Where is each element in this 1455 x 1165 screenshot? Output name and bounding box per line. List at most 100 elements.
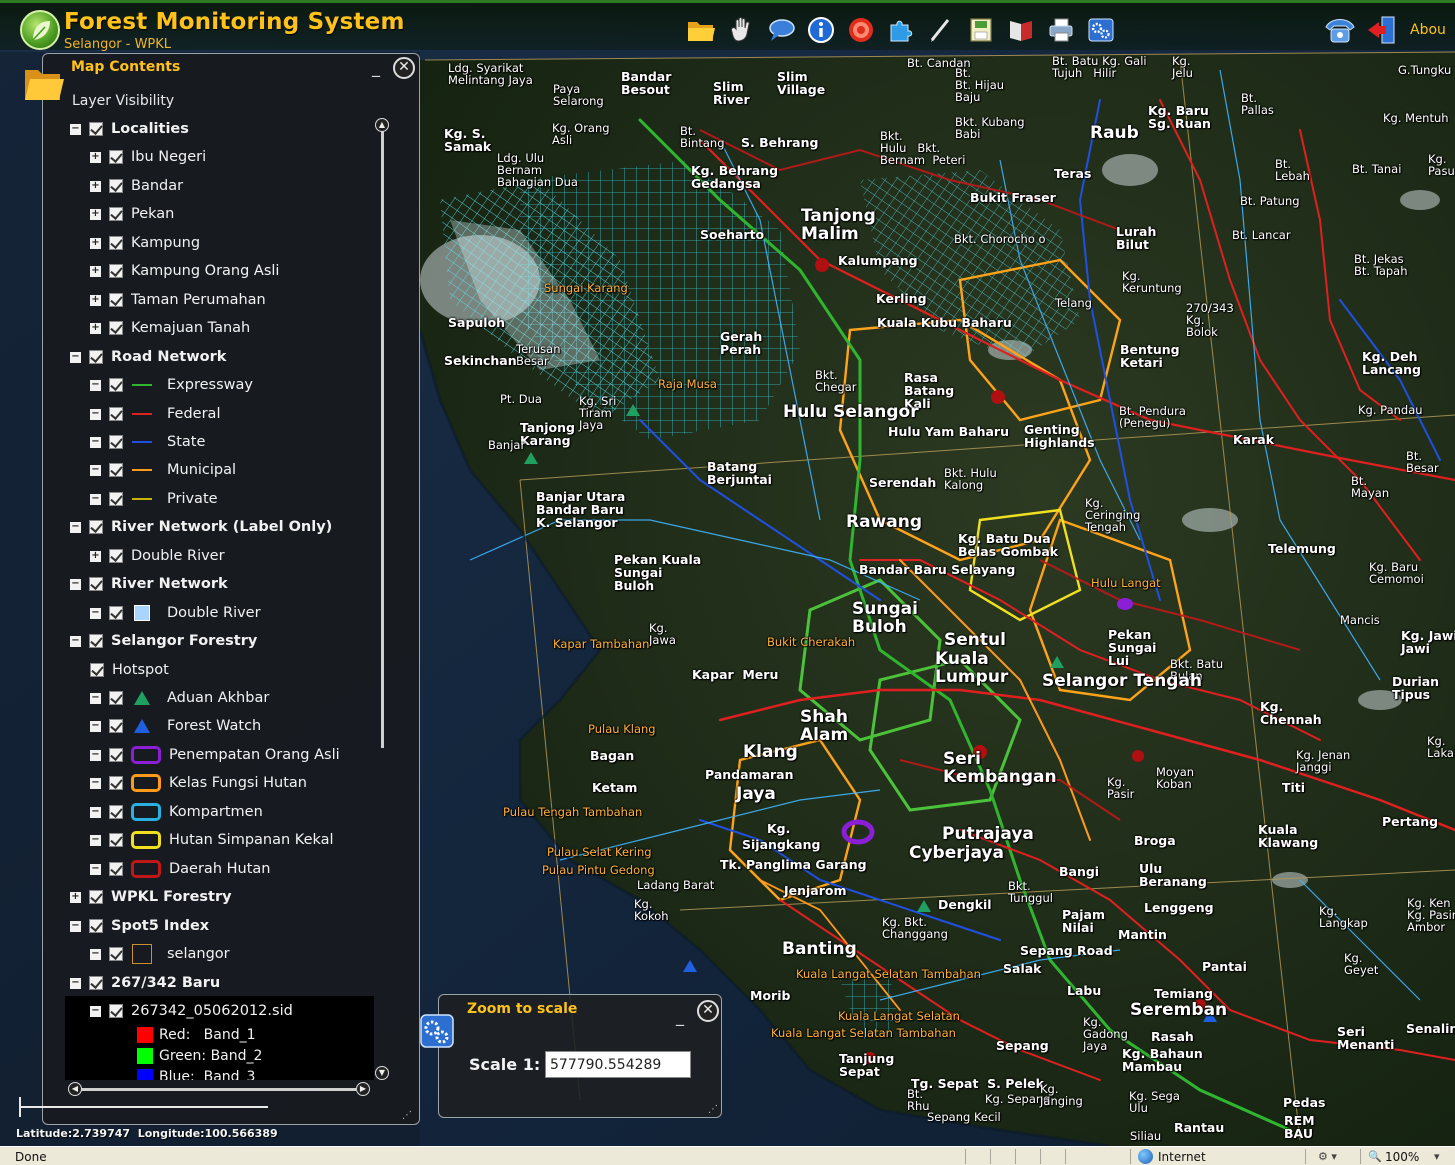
layer-group-row[interactable]: − Localities [70, 117, 189, 141]
layer-row[interactable]: − Forest Watch [90, 714, 261, 738]
collapse-icon[interactable]: − [70, 351, 81, 363]
exit-icon[interactable] [1364, 13, 1400, 47]
expand-icon[interactable]: + [90, 550, 101, 562]
layer-row[interactable]: + Double River [90, 544, 225, 568]
layer-checkbox[interactable] [109, 435, 123, 449]
expand-icon[interactable]: + [90, 322, 101, 334]
scroll-right-icon[interactable]: ▶ [356, 1082, 370, 1096]
layer-row[interactable]: − Federal [90, 402, 220, 426]
pan-hand-icon[interactable] [723, 13, 759, 47]
layer-checkbox[interactable] [109, 776, 123, 790]
layer-checkbox[interactable] [89, 976, 103, 990]
layer-row[interactable]: − Kelas Fungsi Hutan [90, 771, 307, 795]
collapse-icon[interactable]: − [90, 720, 101, 732]
layer-checkbox[interactable] [89, 122, 103, 136]
expand-icon[interactable]: + [90, 294, 101, 306]
expand-icon[interactable]: + [90, 208, 101, 220]
vertical-scrollbar-thumb[interactable] [381, 128, 384, 748]
layer-group-row[interactable]: − 267/342 Baru [70, 971, 220, 995]
expand-icon[interactable]: + [90, 151, 101, 163]
collapse-icon[interactable]: − [70, 635, 81, 647]
collapse-icon[interactable]: − [70, 578, 81, 590]
protected-mode-icon[interactable]: ⚙ ▾ [1318, 1150, 1337, 1163]
layer-checkbox[interactable] [90, 663, 104, 677]
layer-row[interactable]: − 267342_05062012.sid [90, 999, 293, 1023]
collapse-icon[interactable]: − [70, 123, 81, 135]
layer-checkbox[interactable] [109, 236, 123, 250]
layer-group-row[interactable]: − Spot5 Index [70, 914, 209, 938]
layer-row[interactable]: − Municipal [90, 458, 236, 482]
book-icon[interactable] [1003, 13, 1039, 47]
layer-row[interactable]: + Pekan [90, 202, 174, 226]
close-button[interactable]: ✕ [393, 57, 415, 79]
save-icon[interactable] [963, 13, 999, 47]
layer-checkbox[interactable] [109, 407, 123, 421]
layer-row[interactable]: − Expressway [90, 373, 253, 397]
layer-checkbox[interactable] [109, 150, 123, 164]
layer-checkbox[interactable] [109, 947, 123, 961]
layer-row[interactable]: − Hutan Simpanan Kekal [90, 828, 334, 852]
collapse-icon[interactable]: − [90, 834, 101, 846]
layer-checkbox[interactable] [109, 264, 123, 278]
layer-checkbox[interactable] [109, 207, 123, 221]
printer-icon[interactable] [1043, 13, 1079, 47]
layer-checkbox[interactable] [109, 606, 123, 620]
scroll-left-icon[interactable]: ◀ [68, 1082, 82, 1096]
layer-checkbox[interactable] [109, 378, 123, 392]
speech-bubble-icon[interactable] [763, 13, 799, 47]
layer-row[interactable]: + Kampung [90, 231, 200, 255]
expand-icon[interactable]: + [70, 891, 81, 903]
minimize-button[interactable]: _ [372, 60, 384, 76]
info-icon[interactable] [803, 13, 839, 47]
collapse-icon[interactable]: − [90, 777, 101, 789]
collapse-icon[interactable]: − [90, 749, 101, 761]
minimize-button[interactable]: _ [676, 1007, 684, 1026]
expand-icon[interactable]: + [90, 265, 101, 277]
about-link[interactable]: Abou [1410, 22, 1446, 38]
layer-checkbox[interactable] [109, 805, 123, 819]
collapse-icon[interactable]: − [90, 806, 101, 818]
layer-checkbox[interactable] [89, 577, 103, 591]
layer-group-row[interactable]: − River Network [70, 572, 228, 596]
collapse-icon[interactable]: − [90, 692, 101, 704]
collapse-icon[interactable]: − [90, 436, 101, 448]
collapse-icon[interactable]: − [90, 1005, 101, 1017]
collapse-icon[interactable]: − [90, 493, 101, 505]
collapse-icon[interactable]: − [90, 607, 101, 619]
collapse-icon[interactable]: − [70, 920, 81, 932]
layer-row[interactable]: + Kampung Orang Asli [90, 259, 279, 283]
layer-checkbox[interactable] [109, 492, 123, 506]
layer-checkbox[interactable] [109, 862, 123, 876]
collapse-icon[interactable]: − [70, 521, 81, 533]
layer-checkbox[interactable] [109, 833, 123, 847]
scroll-up-icon[interactable]: ▲ [375, 118, 389, 132]
layer-checkbox[interactable] [89, 520, 103, 534]
layer-row[interactable]: + Bandar [90, 174, 183, 198]
puzzle-icon[interactable] [883, 13, 919, 47]
layer-row[interactable]: + Ibu Negeri [90, 145, 206, 169]
target-icon[interactable] [843, 13, 879, 47]
layer-checkbox[interactable] [109, 321, 123, 335]
pencil-icon[interactable] [923, 13, 959, 47]
layer-row[interactable]: − State [90, 430, 205, 454]
layer-checkbox[interactable] [89, 634, 103, 648]
zoom-magnifier-icon[interactable]: 🔍 [1368, 1150, 1382, 1163]
layer-checkbox[interactable] [109, 1004, 123, 1018]
layer-row[interactable]: + Kemajuan Tanah [90, 316, 250, 340]
scroll-down-icon[interactable]: ▼ [375, 1066, 389, 1080]
horizontal-scrollbar-thumb[interactable] [80, 1088, 356, 1091]
zoom-level[interactable]: 100% [1385, 1150, 1419, 1164]
phone-icon[interactable] [1322, 13, 1358, 47]
expand-icon[interactable]: + [90, 180, 101, 192]
layer-row[interactable]: − Penempatan Orang Asli [90, 743, 340, 767]
resize-grip-icon[interactable]: ⋰ [402, 1110, 414, 1122]
open-folder-icon[interactable] [683, 13, 719, 47]
layer-row[interactable]: + Taman Perumahan [90, 288, 266, 312]
scale-input[interactable] [545, 1051, 691, 1078]
layer-row[interactable]: − selangor [90, 942, 230, 966]
layer-checkbox[interactable] [109, 719, 123, 733]
layer-row[interactable]: Hotspot [90, 658, 169, 682]
layer-visibility-tab[interactable]: Layer Visibility [72, 93, 174, 109]
layer-checkbox[interactable] [109, 691, 123, 705]
layer-row[interactable]: − Aduan Akhbar [90, 686, 269, 710]
